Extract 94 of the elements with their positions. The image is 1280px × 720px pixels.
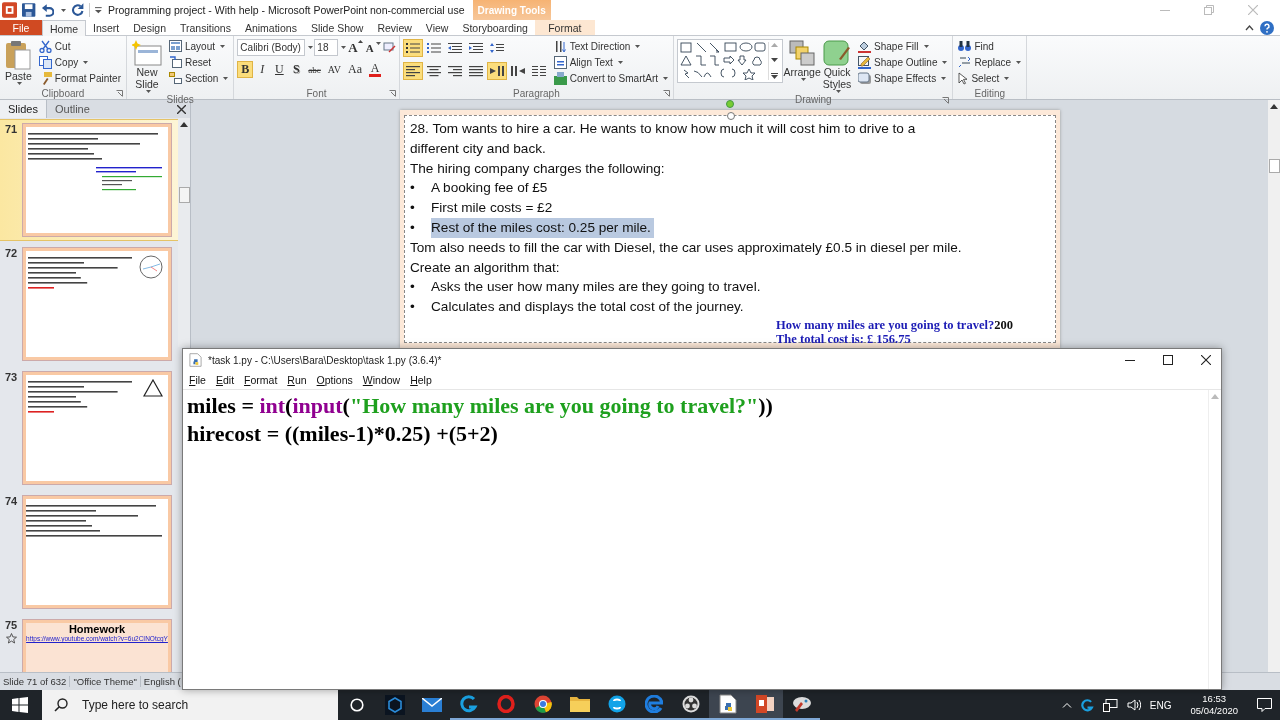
menu-item[interactable]: Run [283,374,311,386]
clock-date[interactable]: 05/04/2020 [1190,705,1238,717]
underline-button[interactable]: U [271,61,288,79]
bullet-text: A booking fee of £5 [431,179,548,198]
window-title: *task 1.py - C:\Users\Bara\Desktop\task 1.py (3.6.4)* [208,354,442,366]
quick-styles-button[interactable]: Quick Styles [821,39,854,95]
menu-item[interactable]: Window [358,374,405,386]
layout-button[interactable]: Layout [167,39,231,54]
ribbon-tab[interactable]: Slide Show [303,20,371,36]
slide-thumbnail-item[interactable]: 72 [0,244,178,365]
bullet: • [410,219,416,238]
italic-button[interactable]: I [254,61,271,79]
convert-smartart-button[interactable]: Convert to SmartArt [551,71,671,86]
search-input[interactable]: Type here to search [80,697,324,713]
group-label: Slides [166,94,194,106]
copy-button[interactable]: Copy [36,55,123,70]
ribbon-tab[interactable]: Storyboarding [455,20,535,36]
ribbon-tab[interactable]: Design [126,20,173,36]
ribbon-tab[interactable]: Transitions [172,20,238,36]
menu-item[interactable]: Help [406,374,436,386]
bullet-text: Calculates and displays the total cost of the journey. [431,298,744,317]
shape-outline-button[interactable]: Shape Outline [856,55,950,70]
strike-button[interactable]: abc [305,61,324,79]
slide-text: The hiring company charges the following: [410,159,666,178]
bullet: • [410,278,416,297]
group-label: Editing [974,87,1006,99]
section-button[interactable]: Section [167,71,231,86]
text-direction-button[interactable]: Text Direction [551,39,671,54]
clock-time[interactable]: 16:53 [1202,693,1227,705]
new-slide-button[interactable]: New Slide [130,39,164,95]
bold-button[interactable]: B [237,61,254,79]
menu-item[interactable]: Format [240,374,282,386]
code-line: miles = int(input("How many miles are you going to travel?")) [187,392,774,420]
shadow-button[interactable]: S [288,61,305,79]
bullet-text: Rest of the miles cost: 0.25 per mile. [431,218,654,238]
font-name-field[interactable]: Calibri (Body) [237,39,306,57]
ribbon-tab[interactable]: Insert [86,20,127,36]
slide-number: 74 [4,495,18,508]
format-painter-button[interactable]: Format Painter [36,71,123,86]
align-text-button[interactable]: Align Text [551,55,671,70]
ribbon-tab[interactable]: Home [42,20,86,37]
menu-item[interactable]: File [185,374,210,386]
slide-thumbnail-item[interactable]: 71 [0,120,178,241]
bullet-text: First mile costs = £2 [431,199,553,218]
find-button[interactable]: Find [956,39,1024,54]
code-line: hirecost = ((miles-1)*0.25) +(5+2) [187,420,499,448]
slide-thumbnail-item[interactable]: 74 [0,492,178,613]
bullet-text: Asks the user how many miles are they going to travel. [431,278,761,297]
group-label: Font [306,87,327,99]
bullet: • [410,199,416,218]
case-button[interactable]: Aa [345,61,365,79]
menu-item[interactable]: Options [312,374,357,386]
console-output-line: How many miles are you going to travel?200 [776,318,1014,333]
cut-button[interactable]: Cut [36,39,123,54]
slide-text: Create an algorithm that: [410,258,561,277]
status-text: "Office Theme" [70,676,141,688]
search-box[interactable]: Type here to search [42,690,338,720]
reset-button[interactable]: Reset [167,55,231,70]
menu-item[interactable]: Edit [211,374,239,386]
slide-text: Tom also needs to fill the car with Diesel, the car uses approximately £0.5 in diesel per mile. [410,238,963,257]
slide-text: 28. Tom wants to hire a car. He wants to know how much it will cost him to drive to a different city and back. [410,120,917,158]
paste-button[interactable]: Paste [3,39,34,87]
group-label: Drawing [794,94,832,106]
slide-number: 73 [4,371,18,384]
status-text: Slide 71 of 632 [0,676,71,688]
slide-number: 71 [4,123,18,136]
color-button[interactable]: A [366,61,384,79]
group-label: Clipboard [41,87,85,99]
shrink-font-button[interactable]: A [364,41,382,54]
select-button[interactable]: Select [956,71,1024,86]
shape-effects-button[interactable]: Shape Effects [856,71,950,86]
slide-number: 72 [4,247,18,260]
slide-thumbnail-item[interactable]: 73 [0,368,178,489]
slide-title: Homework [68,623,126,636]
replace-button[interactable]: Replace [956,55,1024,70]
console-output-line: The total cost is: £ 156.75 [776,332,912,347]
contextual-tab-header: Drawing Tools [472,0,551,20]
ribbon-tab[interactable]: Review [370,20,419,36]
font-size-field[interactable]: 18 [314,39,339,57]
spacing-button[interactable]: AV [324,61,344,79]
window-title: Programming project - With help - Microsoft PowerPoint non-commercial use [108,4,465,16]
ribbon-tab[interactable]: Animations [237,20,304,36]
slide-number: 75 [4,619,18,632]
grow-font-button[interactable]: A [347,39,364,56]
bullet: • [410,179,416,198]
file-tab[interactable]: File [0,20,42,36]
language-indicator[interactable]: ENG [1149,699,1172,711]
ribbon-tab[interactable]: View [418,20,456,36]
panel-tab[interactable]: Slides [0,100,47,119]
panel-tab[interactable]: Outline [46,100,98,119]
shape-fill-button[interactable]: Shape Fill [856,39,950,54]
ribbon-tab[interactable]: Format [534,20,595,36]
group-label: Paragraph [513,87,560,99]
bullet: • [410,298,416,317]
